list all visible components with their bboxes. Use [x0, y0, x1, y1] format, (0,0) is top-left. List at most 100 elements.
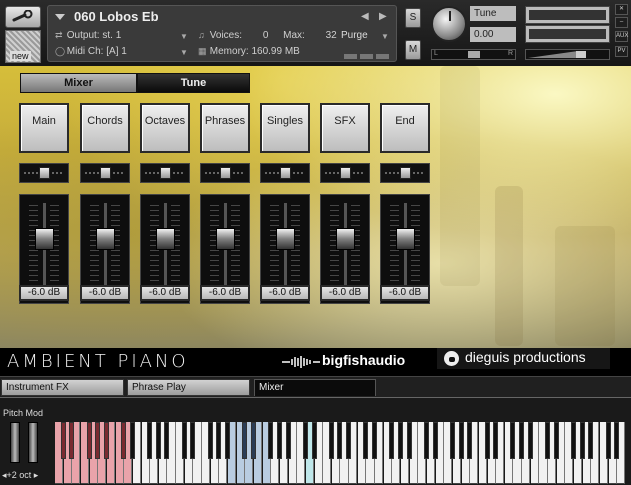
- midi-row[interactable]: ◯ Midi Ch: [A] 1: [55, 46, 127, 57]
- black-key[interactable]: [588, 422, 594, 459]
- black-key[interactable]: [519, 422, 525, 459]
- black-key[interactable]: [484, 422, 490, 459]
- tab-mixer[interactable]: Mixer: [20, 73, 137, 93]
- mod-wheel[interactable]: [28, 422, 38, 463]
- fader-cap[interactable]: [96, 228, 115, 250]
- black-key[interactable]: [458, 422, 464, 459]
- black-key[interactable]: [579, 422, 585, 459]
- black-key[interactable]: [328, 422, 334, 459]
- channel-button-sfx[interactable]: SFX: [320, 103, 370, 153]
- max-voices-value[interactable]: 32: [326, 30, 337, 41]
- black-key[interactable]: [276, 422, 282, 459]
- black-key[interactable]: [493, 422, 499, 459]
- black-key[interactable]: [449, 422, 455, 459]
- black-key[interactable]: [545, 422, 551, 459]
- black-key[interactable]: [155, 422, 161, 459]
- pitch-wheel[interactable]: [10, 422, 20, 463]
- black-key[interactable]: [216, 422, 222, 459]
- tune-knob[interactable]: [431, 6, 467, 42]
- black-key[interactable]: [225, 422, 230, 459]
- mute-button[interactable]: M: [405, 40, 421, 60]
- purge-dropdown[interactable]: Purge ▼: [341, 30, 393, 44]
- pv-button[interactable]: PV: [615, 46, 628, 57]
- fader-cap[interactable]: [156, 228, 175, 250]
- tab-phrase-play[interactable]: Phrase Play: [127, 379, 250, 396]
- piano-keyboard[interactable]: [55, 422, 631, 484]
- pan-slider-chords[interactable]: [80, 163, 130, 183]
- black-key[interactable]: [363, 422, 369, 459]
- black-key[interactable]: [432, 422, 438, 459]
- channel-button-end[interactable]: End: [380, 103, 430, 153]
- black-key[interactable]: [250, 422, 256, 459]
- black-key[interactable]: [69, 422, 75, 459]
- pan-slider-octaves[interactable]: [140, 163, 190, 183]
- black-key[interactable]: [129, 422, 135, 459]
- channel-button-chords[interactable]: Chords: [80, 103, 130, 153]
- pan-slider-singles[interactable]: [260, 163, 310, 183]
- black-key[interactable]: [346, 422, 352, 459]
- pan-slider-phrases[interactable]: [200, 163, 250, 183]
- collapse-triangle-icon[interactable]: [55, 14, 65, 20]
- black-key[interactable]: [242, 422, 248, 459]
- black-key[interactable]: [553, 422, 559, 459]
- volume-slider[interactable]: [525, 49, 610, 60]
- black-key[interactable]: [60, 422, 66, 459]
- black-key[interactable]: [181, 422, 187, 459]
- black-key[interactable]: [302, 422, 308, 459]
- channel-button-singles[interactable]: Singles: [260, 103, 310, 153]
- pan-slider-sfx[interactable]: [320, 163, 370, 183]
- black-key[interactable]: [103, 422, 109, 459]
- black-key[interactable]: [605, 422, 611, 459]
- instrument-name[interactable]: 060 Lobos Eb: [74, 9, 159, 24]
- tune-value[interactable]: 0.00: [470, 27, 516, 42]
- black-key[interactable]: [311, 422, 317, 459]
- tab-instrument-fx[interactable]: Instrument FX: [1, 379, 124, 396]
- output-dropdown-icon[interactable]: ▼: [180, 32, 188, 41]
- edit-instrument-button[interactable]: [5, 6, 41, 28]
- channel-button-phrases[interactable]: Phrases: [200, 103, 250, 153]
- black-key[interactable]: [95, 422, 101, 459]
- fader-cap[interactable]: [396, 228, 415, 250]
- volume-handle[interactable]: [576, 51, 586, 58]
- fader-cap[interactable]: [216, 228, 235, 250]
- black-key[interactable]: [121, 422, 127, 459]
- fader-cap[interactable]: [336, 228, 355, 250]
- tab-tune[interactable]: Tune: [137, 73, 250, 93]
- pan-slider[interactable]: L R: [431, 49, 516, 60]
- black-key[interactable]: [285, 422, 291, 459]
- black-key[interactable]: [389, 422, 395, 459]
- black-key[interactable]: [372, 422, 378, 459]
- close-instrument-icon[interactable]: ✕: [615, 4, 628, 15]
- channel-button-octaves[interactable]: Octaves: [140, 103, 190, 153]
- aux-button[interactable]: AUX: [615, 31, 628, 42]
- prev-instrument-icon[interactable]: ◀: [361, 11, 369, 22]
- black-key[interactable]: [337, 422, 343, 459]
- channel-button-main[interactable]: Main: [19, 103, 69, 153]
- octave-shift-control[interactable]: ◂+2 oct ▸: [2, 470, 38, 481]
- minimize-instrument-icon[interactable]: –: [615, 17, 628, 28]
- pan-slider-end[interactable]: [380, 163, 430, 183]
- output-row[interactable]: ⇄ Output: st. 1: [55, 30, 121, 41]
- fader-cap[interactable]: [35, 228, 54, 250]
- black-key[interactable]: [423, 422, 429, 459]
- black-key[interactable]: [406, 422, 412, 459]
- next-instrument-icon[interactable]: ▶: [379, 11, 387, 22]
- new-instrument-button[interactable]: new: [5, 30, 41, 63]
- black-key[interactable]: [207, 422, 213, 459]
- black-key[interactable]: [614, 422, 620, 459]
- black-key[interactable]: [527, 422, 533, 459]
- pan-slider-main[interactable]: [19, 163, 69, 183]
- tab-mixer-script[interactable]: Mixer: [254, 379, 376, 396]
- black-key[interactable]: [190, 422, 196, 459]
- pan-handle[interactable]: [468, 51, 480, 58]
- black-key[interactable]: [164, 422, 170, 459]
- fader-cap[interactable]: [276, 228, 295, 250]
- black-key[interactable]: [147, 422, 153, 459]
- solo-button[interactable]: S: [405, 8, 421, 28]
- midi-dropdown-icon[interactable]: ▼: [180, 48, 188, 57]
- black-key[interactable]: [571, 422, 576, 459]
- black-key[interactable]: [467, 422, 473, 459]
- black-key[interactable]: [86, 422, 92, 459]
- black-key[interactable]: [510, 422, 516, 459]
- black-key[interactable]: [268, 422, 274, 459]
